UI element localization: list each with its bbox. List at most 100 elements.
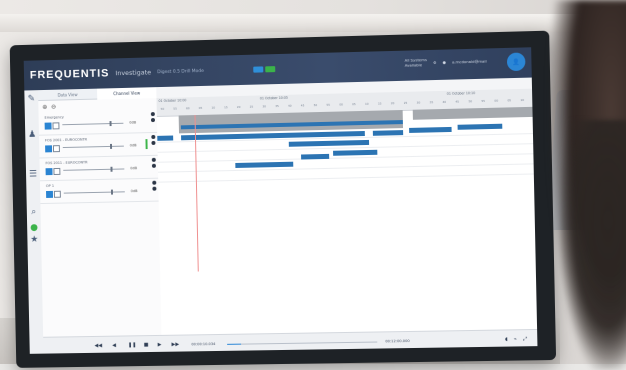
selection-band[interactable] xyxy=(412,106,538,120)
play-channel-icon[interactable] xyxy=(151,157,156,162)
user-icon[interactable]: ♟ xyxy=(27,130,37,140)
channel-select-checkbox[interactable] xyxy=(46,190,54,198)
info-channel-icon[interactable] xyxy=(150,118,155,123)
avatar[interactable]: 👤 xyxy=(506,52,526,72)
channel-row[interactable]: FOS 2001 - EUROCONTR 0dB xyxy=(38,132,158,159)
edit-icon[interactable]: ✎ xyxy=(26,94,36,104)
volume-knob[interactable] xyxy=(109,121,112,127)
timeline-tick-label: 40 xyxy=(442,99,447,104)
volume-icon[interactable]: ◖ xyxy=(505,336,508,342)
settings-icon[interactable]: ⚙ xyxy=(433,59,437,64)
user-name[interactable]: a.mcdonald@mail xyxy=(452,58,487,64)
channel-controls xyxy=(45,167,61,176)
star-icon[interactable]: ★ xyxy=(29,235,39,245)
channel-icons xyxy=(149,112,157,123)
audio-segment[interactable] xyxy=(157,135,174,141)
audio-segment[interactable] xyxy=(301,153,330,160)
volume-slider[interactable] xyxy=(62,121,124,127)
volume-knob[interactable] xyxy=(110,166,113,172)
volume-slider[interactable] xyxy=(63,166,125,172)
info-channel-icon[interactable] xyxy=(151,163,156,168)
timeline-tick-label: 00 xyxy=(494,98,499,103)
timeline-tick-label: 30 xyxy=(416,100,421,105)
audio-segment[interactable] xyxy=(457,123,503,130)
view-toggle-b[interactable] xyxy=(265,66,276,73)
brand-logo: FREQUENTIS xyxy=(29,67,110,82)
expand-icon[interactable]: ⤢ xyxy=(523,336,527,342)
play-channel-icon[interactable] xyxy=(151,134,156,140)
channel-name: FOS 2011 - EUROCONTR xyxy=(45,160,88,166)
channel-select-checkbox[interactable] xyxy=(45,168,53,176)
channel-name: OP 1 xyxy=(45,183,55,189)
channel-mute-checkbox[interactable] xyxy=(52,122,60,130)
search-icon[interactable]: ⌕ xyxy=(29,207,39,217)
volume-knob[interactable] xyxy=(110,189,114,195)
channel-row[interactable]: Emergency 0dB xyxy=(38,110,158,136)
channel-select-checkbox[interactable] xyxy=(45,145,53,153)
speed-icon[interactable]: ⌁ xyxy=(514,336,517,342)
channel-mute-checkbox[interactable] xyxy=(53,167,61,176)
audio-segment[interactable] xyxy=(333,149,378,156)
info-channel-icon[interactable] xyxy=(152,186,157,191)
volume-value: 0dB xyxy=(130,166,138,171)
background-shelf xyxy=(0,14,626,32)
skip-back-icon[interactable]: ◀◀ xyxy=(94,343,102,349)
playback-progress[interactable] xyxy=(227,341,378,345)
system-status: All Systems Available xyxy=(405,57,427,68)
play-channel-icon[interactable] xyxy=(152,180,157,185)
timeline-tick-label: 15 xyxy=(224,105,228,110)
channel-mute-checkbox[interactable] xyxy=(52,145,60,153)
stop-icon[interactable]: ■ xyxy=(144,342,149,348)
timeline-tick-label: 50 xyxy=(160,106,165,111)
zoom-out-icon[interactable]: ⊖ xyxy=(51,103,56,110)
end-time: 00:12:00.000 xyxy=(385,339,410,344)
channel-icons xyxy=(150,180,158,191)
timeline-tick-label: 20 xyxy=(390,101,395,106)
channel-icons xyxy=(149,134,157,145)
timeline-tick-label: 05 xyxy=(352,102,356,107)
active-indicator xyxy=(145,139,148,150)
volume-slider[interactable] xyxy=(63,189,125,195)
audio-segment[interactable] xyxy=(409,126,452,133)
playback-tools: ◖ ⌁ ⤢ xyxy=(505,336,527,342)
timeline-tick-label: 35 xyxy=(275,104,279,109)
info-channel-icon[interactable] xyxy=(151,140,156,145)
play-icon[interactable]: ▶ xyxy=(158,342,162,348)
status-icon[interactable]: ● xyxy=(29,223,39,233)
timeline-tick-label: 50 xyxy=(468,99,473,104)
timeline-tick-label: 30 xyxy=(262,104,267,109)
person-shoulder xyxy=(560,120,626,370)
bell-icon[interactable]: ● xyxy=(442,59,445,64)
monitor: FREQUENTIS Investigate Digest 0.5 Drill … xyxy=(9,30,557,368)
volume-value: 0dB xyxy=(130,189,138,194)
play-channel-icon[interactable] xyxy=(150,112,155,117)
audio-segment[interactable] xyxy=(372,130,404,136)
timeline-tick-label: 20 xyxy=(236,104,241,110)
timeline-tick-label: 35 xyxy=(429,100,434,105)
list-icon[interactable]: ☰ xyxy=(28,169,38,179)
view-toggle-a[interactable] xyxy=(253,66,264,73)
channel-row[interactable]: OP 1 0dB xyxy=(39,178,159,205)
product-name: Investigate xyxy=(115,68,152,78)
timeline-panel[interactable]: 01 October 10:00 01 October 10:05 01 Oct… xyxy=(156,88,538,352)
current-time: 00:00:10.034 xyxy=(191,342,216,347)
channel-row[interactable]: FOS 2011 - EUROCONTR 0dB xyxy=(39,155,159,182)
volume-knob[interactable] xyxy=(109,143,113,149)
timeline-tick-label: 60 xyxy=(185,106,190,111)
timeline-tick-label: 45 xyxy=(455,99,460,104)
channel-name: Emergency xyxy=(44,115,64,120)
channel-select-checkbox[interactable] xyxy=(44,122,52,130)
step-back-icon[interactable]: ◀ xyxy=(112,343,116,349)
timeline-tick-label: 05 xyxy=(198,105,203,110)
pause-icon[interactable]: ❚❚ xyxy=(128,342,136,348)
view-toggle[interactable] xyxy=(253,66,276,73)
channel-panel: ⊕ ⊖ Emergency 0dB FOS 2001 - EUROCONTR 0… xyxy=(38,98,162,354)
zoom-in-icon[interactable]: ⊕ xyxy=(42,103,47,110)
timeline-tick-label: 45 xyxy=(300,103,305,108)
channel-mute-checkbox[interactable] xyxy=(53,190,61,198)
channel-name: FOS 2001 - EUROCONTR xyxy=(44,137,88,143)
volume-slider[interactable] xyxy=(62,143,124,149)
timeline-tick-label: 40 xyxy=(287,103,292,108)
timeline-tick-label: 55 xyxy=(481,98,486,104)
skip-forward-icon[interactable]: ▶▶ xyxy=(171,342,179,348)
